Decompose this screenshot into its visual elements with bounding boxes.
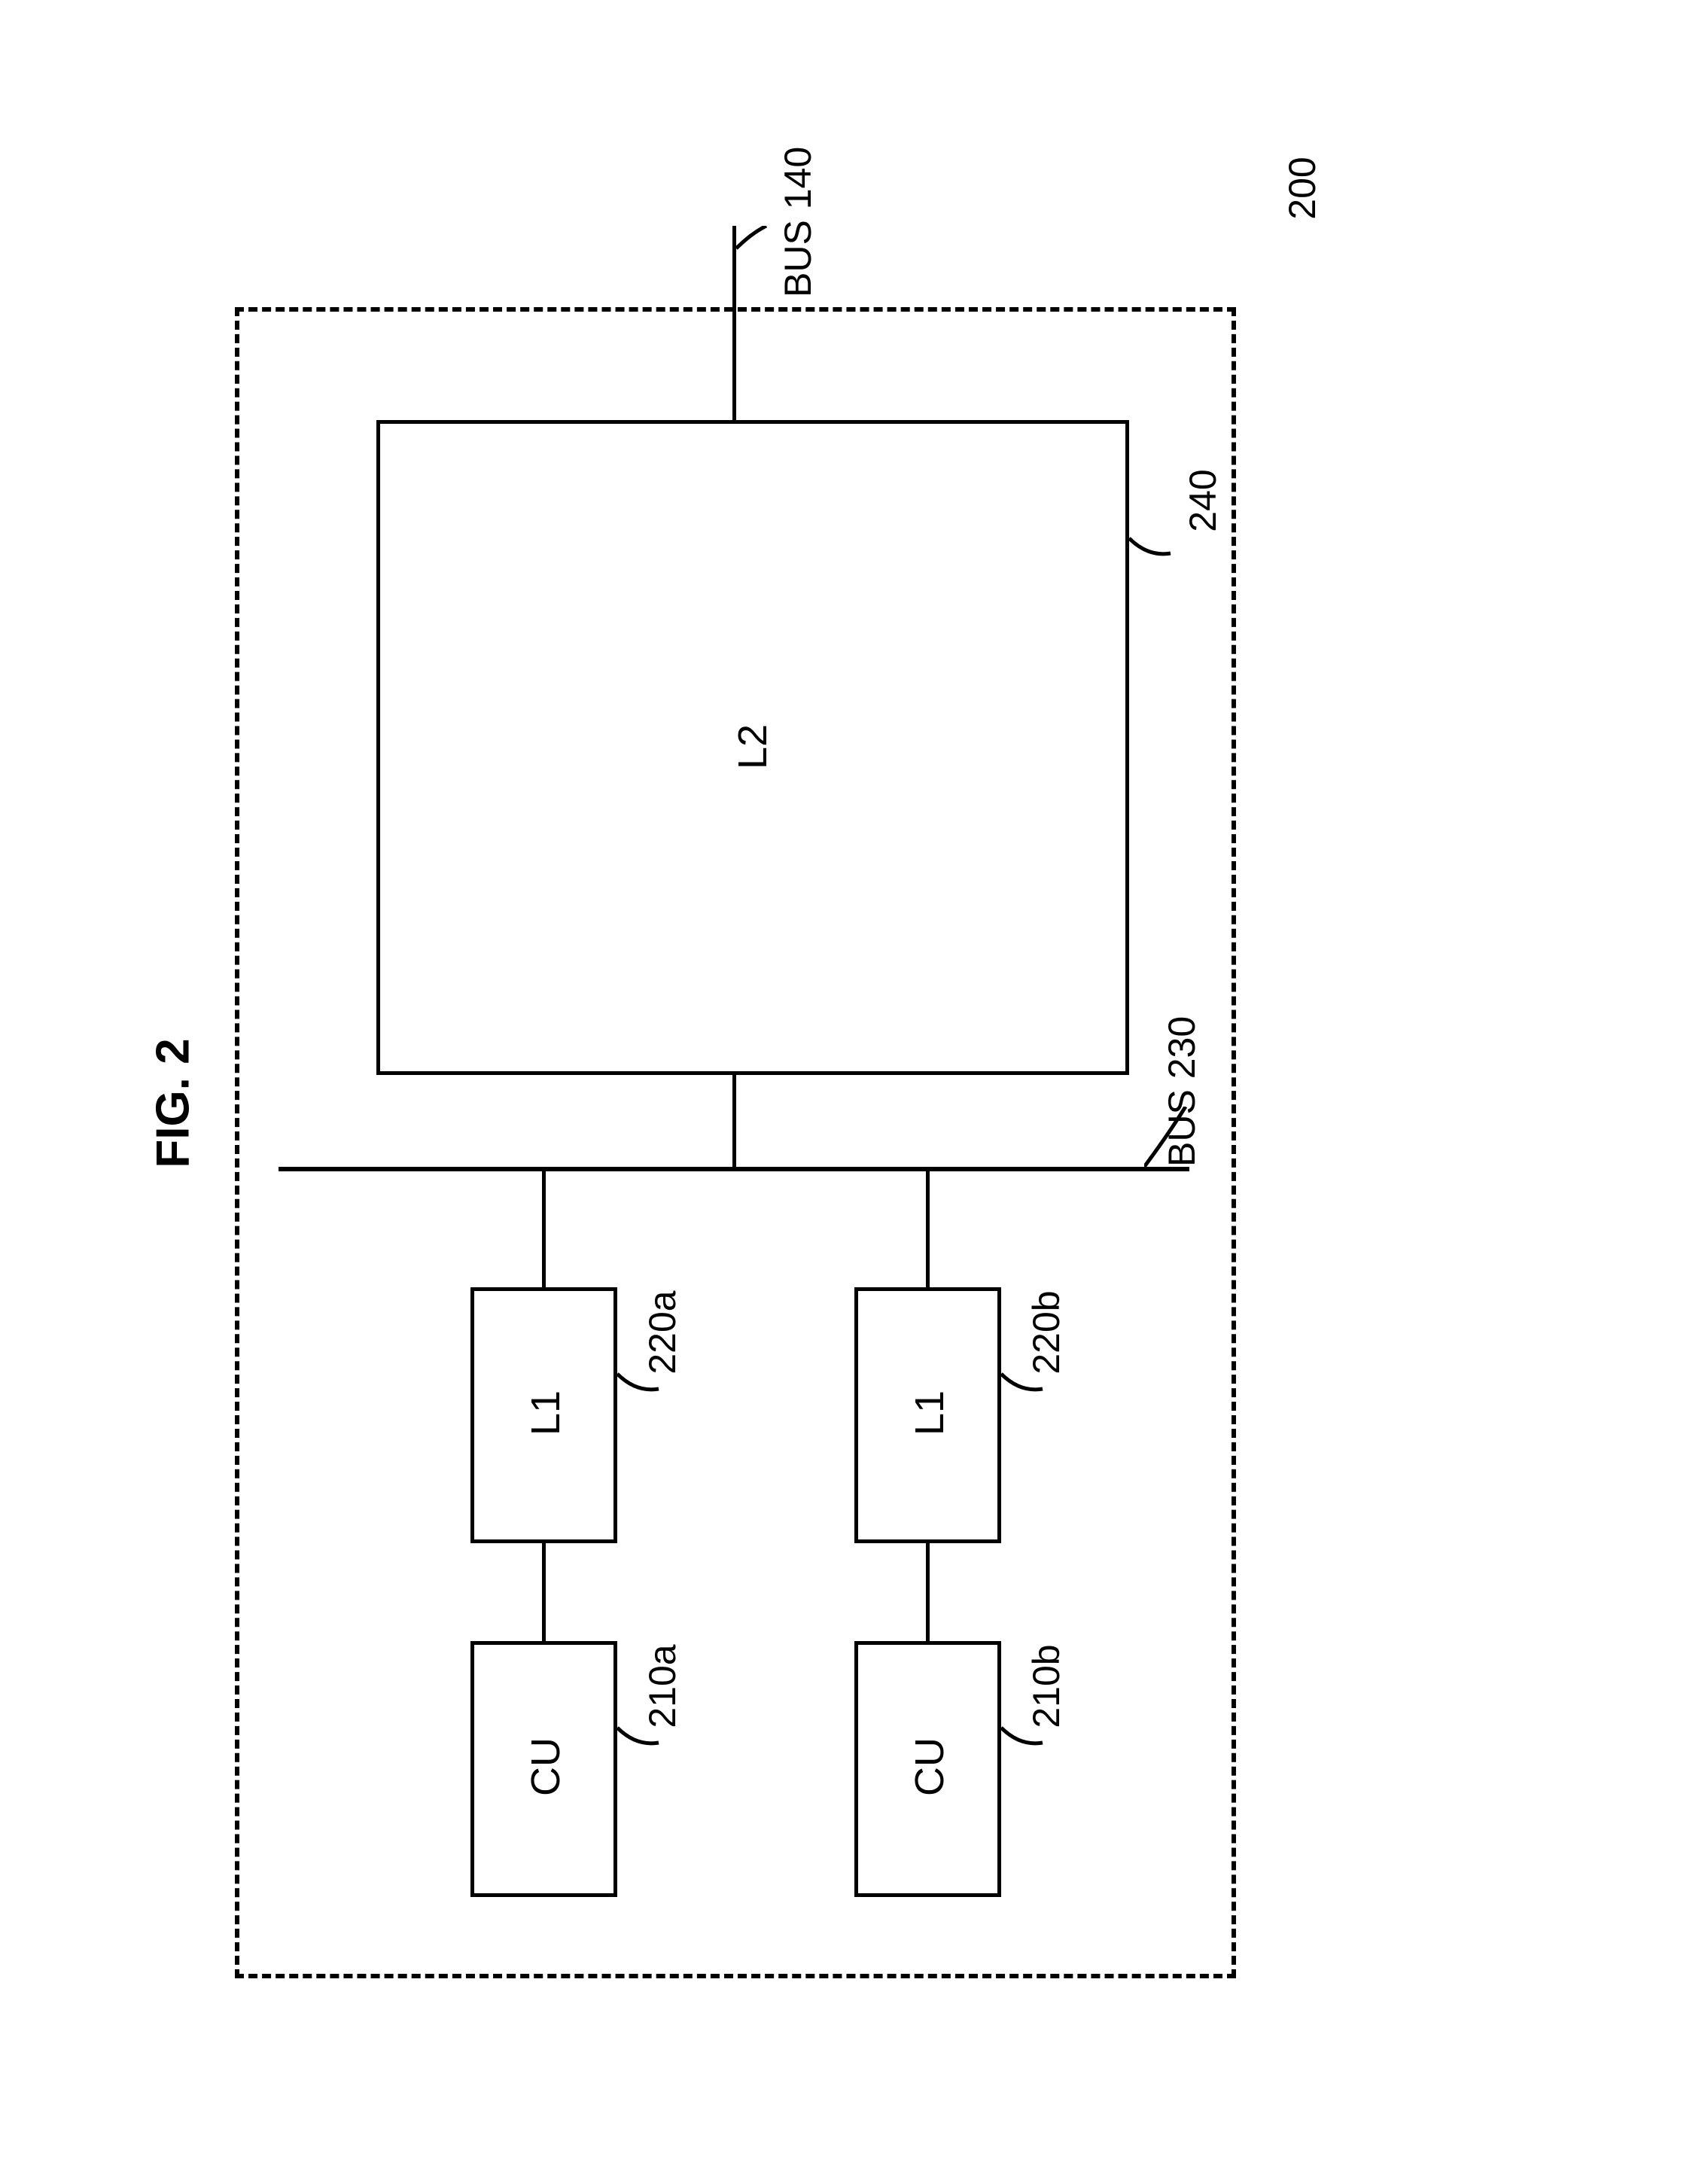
- figure-label: FIG. 2: [147, 1028, 200, 1179]
- bus-to-l1b-line: [926, 1171, 930, 1287]
- cua-label: CU: [525, 1733, 566, 1801]
- l2-label: L2: [732, 720, 773, 773]
- leader-bus-external: [736, 226, 789, 271]
- leader-l2: [1129, 516, 1189, 561]
- l1a-label: L1: [525, 1387, 566, 1439]
- module-ref: 200: [1283, 143, 1321, 233]
- l1a-to-cua-line: [542, 1543, 546, 1641]
- leader-cua: [617, 1705, 677, 1750]
- l1b-to-cub-line: [926, 1543, 930, 1641]
- cub-label: CU: [909, 1733, 950, 1801]
- leader-cub: [1001, 1705, 1061, 1750]
- l1b-label: L1: [909, 1387, 950, 1439]
- leader-l1a: [617, 1351, 677, 1396]
- l2-to-bus-line: [732, 1075, 736, 1167]
- leader-l1b: [1001, 1351, 1061, 1396]
- l2-ref: 240: [1184, 455, 1222, 546]
- bus-internal-line: [279, 1167, 1189, 1171]
- leader-bus-internal: [1144, 1107, 1204, 1174]
- bus-to-l1a-line: [542, 1171, 546, 1287]
